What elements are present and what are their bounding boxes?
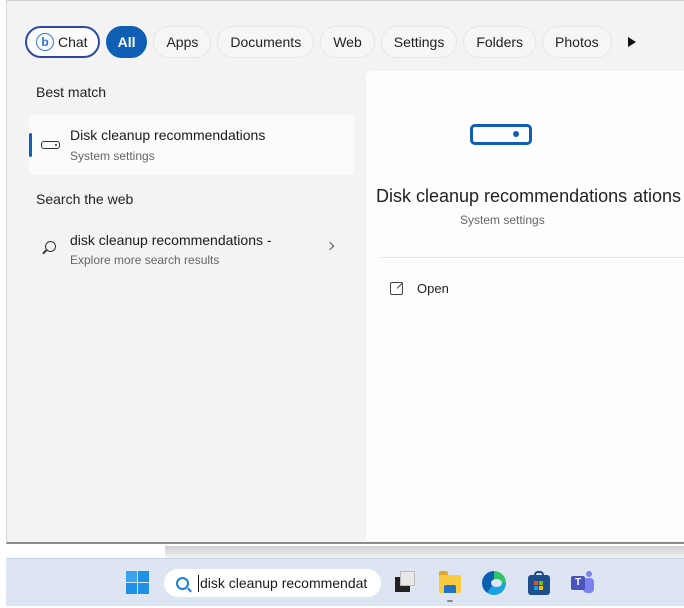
preview-subtitle: System settings (460, 213, 545, 227)
search-web-heading: Search the web (36, 191, 134, 207)
chevron-right-icon[interactable] (325, 241, 335, 251)
selection-indicator (29, 133, 32, 157)
open-action[interactable]: Open (390, 278, 449, 298)
running-indicator (447, 600, 453, 602)
panel-shadow (165, 546, 684, 558)
filter-all[interactable]: All (105, 26, 148, 58)
microsoft-store-icon[interactable] (527, 571, 551, 595)
preview-title: Disk cleanup recommendations (376, 186, 628, 206)
filter-photos[interactable]: Photos (542, 26, 612, 58)
search-icon (45, 241, 56, 252)
filter-chat[interactable]: b Chat (25, 26, 100, 58)
open-label: Open (417, 280, 449, 296)
web-result-subtitle: Explore more search results (70, 253, 220, 267)
filter-settings[interactable]: Settings (380, 26, 458, 58)
filter-chat-label: Chat (58, 34, 88, 50)
filter-web[interactable]: Web (320, 26, 375, 58)
search-icon (176, 576, 189, 590)
best-match-result[interactable]: Disk cleanup recommendations System sett… (29, 115, 354, 175)
drive-icon (41, 141, 60, 149)
open-external-icon (390, 281, 403, 295)
filter-bar: b Chat All Apps Documents Web Settings F… (25, 26, 612, 58)
preview-title-overflow: ations (633, 186, 682, 206)
preview-pane: Disk cleanup recommendations ations Syst… (366, 71, 684, 541)
drive-large-icon (470, 124, 532, 145)
web-result-title: disk cleanup recommendations - (70, 232, 272, 248)
filter-documents[interactable]: Documents (217, 26, 315, 58)
divider (380, 257, 684, 258)
windows-start-icon[interactable] (126, 571, 149, 594)
file-explorer-icon[interactable] (438, 571, 462, 595)
taskbar: T (6, 558, 684, 606)
teams-icon[interactable]: T (571, 571, 595, 595)
best-match-title: Disk cleanup recommendations (70, 127, 266, 143)
best-match-subtitle: System settings (70, 149, 155, 163)
search-panel: b Chat All Apps Documents Web Settings F… (6, 0, 684, 544)
best-match-heading: Best match (36, 84, 107, 100)
more-filters-arrow-icon[interactable] (628, 37, 636, 47)
web-search-result[interactable]: disk cleanup recommendations - Explore m… (29, 221, 354, 277)
taskbar-search-box[interactable] (163, 568, 382, 598)
filter-apps[interactable]: Apps (153, 26, 212, 58)
task-view-icon[interactable] (395, 571, 419, 595)
bing-chat-icon: b (36, 33, 54, 51)
edge-browser-icon[interactable] (482, 571, 506, 595)
taskbar-search-input[interactable] (198, 574, 378, 592)
filter-folders[interactable]: Folders (463, 26, 537, 58)
